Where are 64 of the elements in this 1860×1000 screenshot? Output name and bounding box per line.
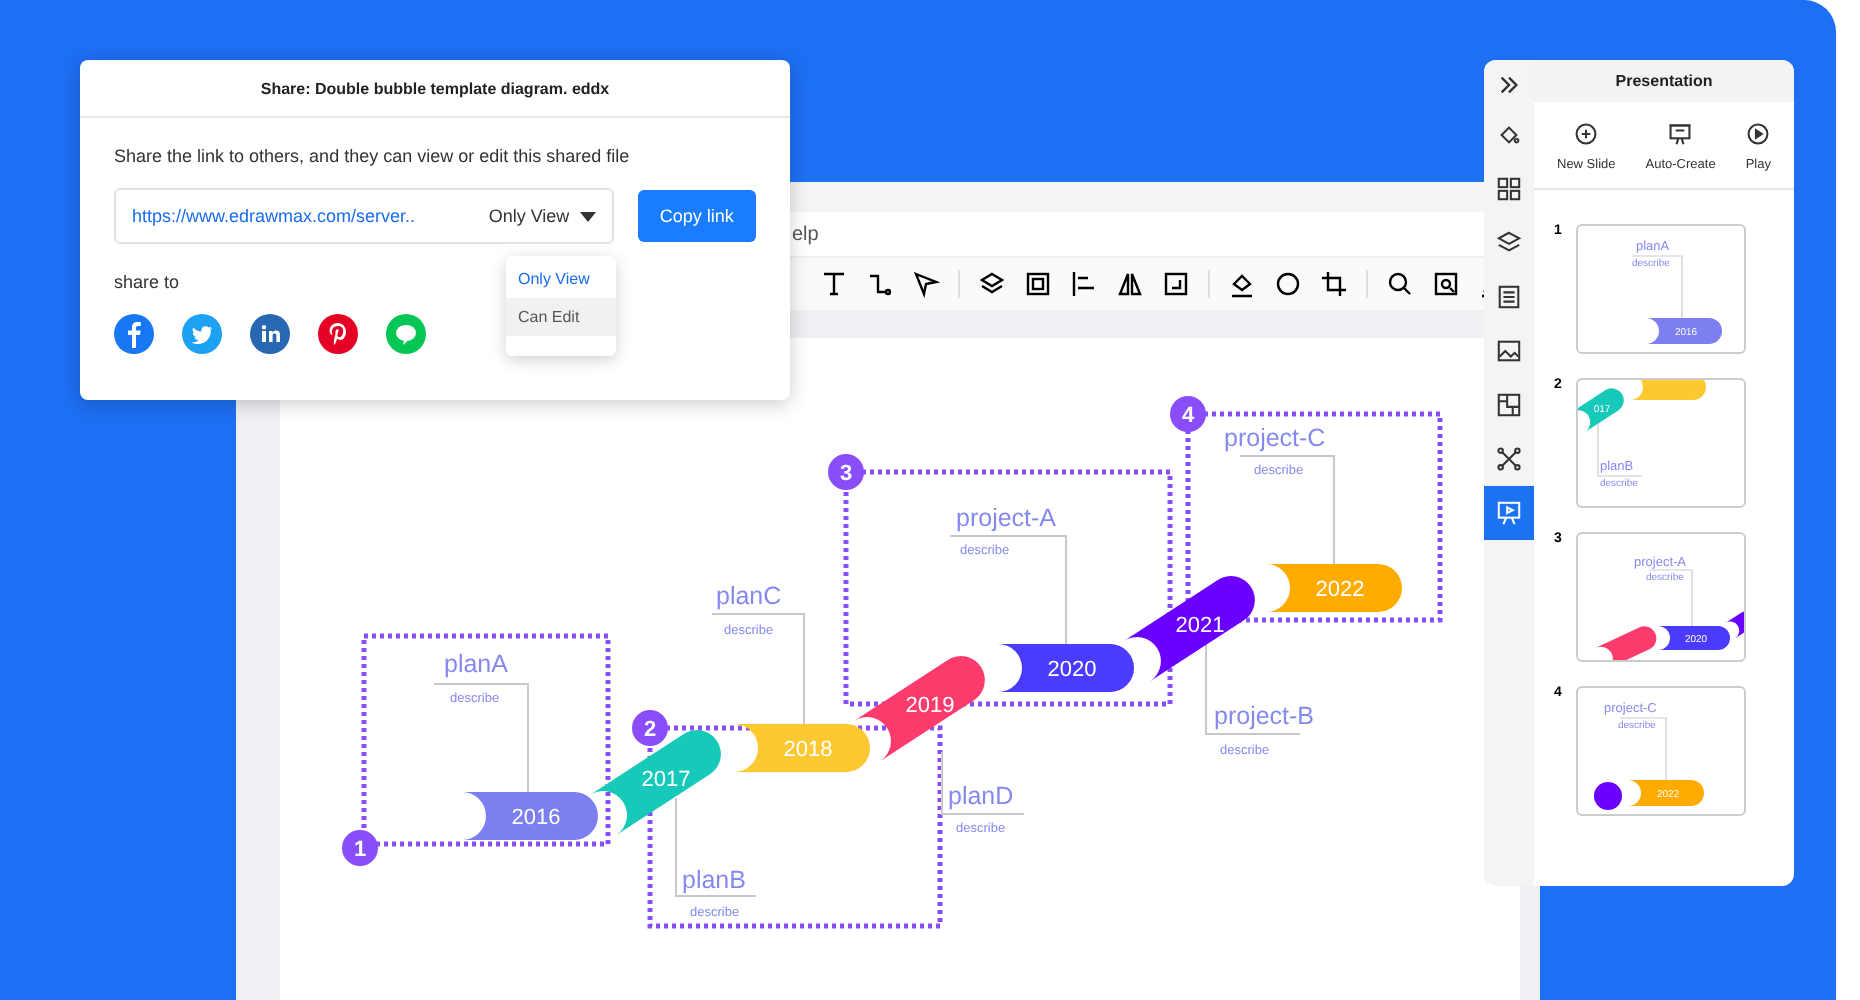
align-icon[interactable] <box>1070 270 1098 298</box>
year-pill: 2018 <box>734 724 870 772</box>
year-pill: 2020 <box>998 644 1134 692</box>
share-label: share to <box>114 272 180 292</box>
leader-line <box>941 751 1025 815</box>
step-badge: 4 <box>1170 396 1206 432</box>
share-message: Share the link to others, and they can view or edit this shared file <box>114 146 632 166</box>
fill-icon[interactable] <box>1228 270 1256 298</box>
year-pill: 2019 <box>853 656 985 762</box>
double-chevron-icon[interactable] <box>1498 73 1520 95</box>
linkedin-icon[interactable] <box>250 314 290 354</box>
step-badge: 3 <box>828 454 864 490</box>
zoom-icon[interactable] <box>1432 270 1460 298</box>
node-title: project-C <box>1224 424 1326 452</box>
crop-icon[interactable] <box>1320 270 1348 298</box>
menu-item[interactable]: elp <box>792 223 819 245</box>
play-icon[interactable] <box>1746 122 1771 146</box>
frame-icon[interactable] <box>1162 270 1190 298</box>
pointer-icon[interactable] <box>912 270 940 298</box>
connector-icon <box>1496 446 1522 472</box>
document-icon <box>1496 284 1522 310</box>
grid-icon <box>1496 176 1522 202</box>
shape-icon[interactable] <box>1274 270 1302 298</box>
menu-option[interactable]: Only View <box>506 260 616 298</box>
menu-option[interactable]: Can Edit <box>506 298 616 336</box>
search-icon[interactable] <box>1386 270 1414 298</box>
copy-link-button[interactable]: Copy link <box>637 190 756 242</box>
node-title: planB <box>682 866 746 894</box>
node-title: planD <box>948 782 1014 810</box>
permission-select[interactable]: Only View <box>488 206 596 226</box>
year-pill: 2022 <box>1266 564 1402 612</box>
add-circle-icon[interactable] <box>1574 122 1599 146</box>
step-badge: 1 <box>342 830 378 866</box>
leader-line <box>1649 569 1693 627</box>
leader-line <box>711 613 805 725</box>
leader-line <box>433 683 529 793</box>
panel-title: Presentation <box>1615 72 1713 90</box>
group-icon[interactable] <box>1024 270 1052 298</box>
year-pill: 2016 <box>462 792 598 840</box>
node-title: planC <box>716 582 782 610</box>
node-title: planA <box>444 650 508 678</box>
fill-icon <box>1496 122 1522 148</box>
leader-line <box>949 535 1067 645</box>
layers-icon <box>1496 230 1522 256</box>
leader-line <box>1239 455 1335 565</box>
link-field[interactable]: https://www.edrawmax.com/server.. Only View <box>114 188 614 244</box>
pinterest-icon[interactable] <box>318 314 358 354</box>
leader-line <box>1619 717 1667 781</box>
easel-icon[interactable] <box>1668 122 1693 146</box>
leader-line <box>1631 255 1683 319</box>
node-title: project-B <box>1214 702 1315 730</box>
year-pill: 2021 <box>1123 576 1255 682</box>
presentation-icon <box>1496 500 1522 526</box>
leader-line <box>675 797 757 897</box>
facebook-icon[interactable] <box>114 314 154 354</box>
node-title: project-A <box>956 504 1057 532</box>
layers-icon[interactable] <box>978 270 1006 298</box>
image-icon <box>1496 338 1522 364</box>
flip-icon[interactable] <box>1116 270 1144 298</box>
dialog-title: Share: Double bubble template diagram. eddx <box>260 79 610 97</box>
text-icon[interactable] <box>820 270 848 298</box>
connector-icon[interactable] <box>866 270 894 298</box>
bird-icon[interactable] <box>182 314 222 354</box>
layout-icon <box>1496 392 1522 418</box>
